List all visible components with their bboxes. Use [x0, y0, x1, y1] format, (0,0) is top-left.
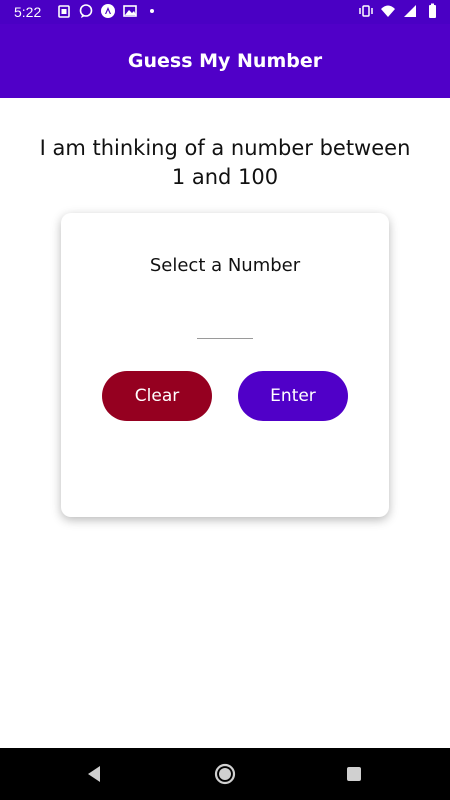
app-title: Guess My Number — [127, 50, 323, 72]
battery-icon — [429, 3, 436, 18]
prompt-text: I am thinking of a number between 1 and … — [25, 134, 425, 192]
signal-icon — [404, 5, 416, 17]
nav-bar — [0, 748, 450, 800]
app-icon — [101, 4, 115, 18]
chat-icon — [79, 4, 93, 18]
status-time: 5:22 — [14, 4, 42, 20]
status-icons-left — [56, 3, 160, 19]
sim-icon — [58, 5, 70, 18]
app-bar: Guess My Number — [0, 24, 450, 98]
back-icon[interactable] — [83, 762, 107, 786]
vibrate-icon — [359, 5, 373, 17]
number-input[interactable] — [197, 314, 253, 339]
status-bar: 5:22 — [0, 0, 450, 24]
recents-icon[interactable] — [342, 762, 366, 786]
enter-button[interactable]: Enter — [238, 371, 348, 421]
guess-card: Select a Number Clear Enter — [61, 213, 389, 517]
prompt-line-1: I am thinking of a number between — [39, 136, 411, 160]
home-icon[interactable] — [213, 762, 237, 786]
prompt-line-2: 1 and 100 — [171, 165, 279, 189]
card-title: Select a Number — [149, 255, 301, 276]
status-icons-right — [358, 3, 440, 19]
wifi-icon — [381, 5, 395, 17]
clear-button[interactable]: Clear — [102, 371, 212, 421]
photo-icon — [123, 5, 137, 17]
dot-icon — [150, 9, 154, 13]
